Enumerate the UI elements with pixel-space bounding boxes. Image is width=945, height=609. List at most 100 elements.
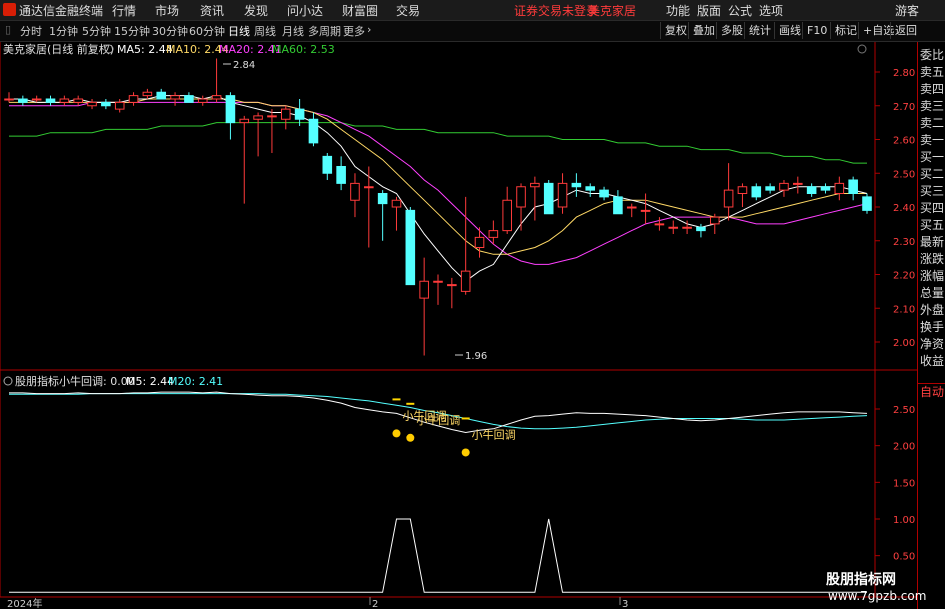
candle [59,95,70,106]
candle [516,183,526,231]
tf-fenshi[interactable]: 分时 [20,23,42,39]
candle-body [170,95,180,100]
menu-zixun[interactable]: 资讯 [200,2,224,19]
sidebar-auto-button[interactable]: 自动 [918,383,945,401]
menu-shichang[interactable]: 市场 [155,2,179,19]
tf-15min[interactable]: 15分钟 [114,23,150,39]
menu-wenxiaoda[interactable]: 问小达 [287,2,323,19]
menu-banmian[interactable]: 版面 [697,2,721,19]
sidebar-item-0[interactable]: 委比 [918,47,945,64]
candle-body [474,236,485,248]
low-annotation: 1.96 [455,351,487,362]
sidebar-item-15[interactable]: 外盘 [918,302,945,319]
tf-60min[interactable]: 60分钟 [189,23,225,39]
money-bag-icon [392,429,401,438]
candle [848,176,858,201]
sidebar-item-1[interactable]: 卖五 [918,64,945,81]
candle-body [530,182,540,188]
candle-body [613,196,623,215]
tf-daily[interactable]: 日线 [228,23,250,39]
btn-fuquan[interactable]: 复权 [660,22,691,39]
ma60-line [9,122,867,164]
btn-fanhui[interactable]: 返回 [890,22,921,39]
candle-body [280,108,291,120]
btn-duogu[interactable]: 多股 [716,22,747,39]
btn-tongji[interactable]: 统计 [744,22,775,39]
candle [654,217,665,231]
candle-body [128,95,139,103]
tf-monthly[interactable]: 月线 [282,23,304,39]
menu-jiaoyi[interactable]: 交易 [396,2,420,19]
layout-icon[interactable]: ▯ [5,23,11,36]
date-label-mar: 3 [622,599,628,609]
price-label: 2.10 [893,304,915,315]
candle [793,176,803,194]
candle-body [502,199,512,232]
candle [820,183,831,194]
btn-huaxian[interactable]: 画线 [774,22,805,39]
candle [460,196,471,295]
tf-1min[interactable]: 1分钟 [49,23,78,39]
menu-faxian[interactable]: 发现 [244,2,268,19]
legend-ma5: MA5: 2.44 [117,43,173,56]
date-label-feb: 2 [372,599,378,609]
sidebar-item-16[interactable]: 换手 [918,319,945,336]
sidebar-item-3[interactable]: 卖三 [918,98,945,115]
sidebar-item-14[interactable]: 总量 [918,285,945,302]
candle [142,88,153,99]
sidebar-item-2[interactable]: 卖四 [918,81,945,98]
sidebar-item-11[interactable]: 最新 [918,234,945,251]
indicator-m20: M20: 2.41 [168,375,223,388]
tf-more[interactable]: 更多 [343,23,365,39]
menu-caifuquan[interactable]: 财富圈 [342,2,378,19]
sidebar-item-5[interactable]: 卖一 [918,132,945,149]
candle [336,156,346,191]
ind-label: 0.50 [893,552,915,563]
menu-gongshi[interactable]: 公式 [728,2,752,19]
user-guest[interactable]: 游客 [895,2,919,19]
sidebar-item-18[interactable]: 收益 [918,353,945,370]
login-notice[interactable]: 证券交易未登录 [514,2,598,19]
candle [433,274,443,305]
candle-body [447,284,457,287]
chevron-right-icon[interactable]: › [367,23,371,36]
sidebar-item-10[interactable]: 买五 [918,217,945,234]
candle-body [225,95,236,124]
candle [557,173,568,214]
chart-area[interactable]: 美克家居(日线 前复权) MA5: 2.44 MA10: 2.44 MA20: … [0,42,917,609]
btn-diejia[interactable]: 叠加 [688,22,719,39]
sidebar-item-9[interactable]: 买四 [918,200,945,217]
sidebar-item-7[interactable]: 买二 [918,166,945,183]
candle [45,95,56,106]
candle-body [585,186,596,191]
menu-gongneng[interactable]: 功能 [666,2,690,19]
tf-weekly[interactable]: 周线 [254,23,276,39]
ind-label: 1.00 [893,515,915,526]
sidebar-item-17[interactable]: 净资 [918,336,945,353]
tf-5min[interactable]: 5分钟 [82,23,111,39]
sidebar-item-6[interactable]: 买一 [918,149,945,166]
candle [156,88,167,100]
indicator-settings-icon[interactable] [3,376,13,386]
tf-30min[interactable]: 30分钟 [152,23,188,39]
tf-multi[interactable]: 多周期 [308,23,341,39]
price-label: 2.40 [893,203,915,214]
main-chart-title: 美克家居(日线 前复权) [3,42,114,56]
sidebar-item-8[interactable]: 买三 [918,183,945,200]
candle [751,183,762,201]
pane-settings-icon[interactable] [857,44,867,54]
sidebar-item-12[interactable]: 涨跌 [918,251,945,268]
sidebar-item-13[interactable]: 涨幅 [918,268,945,285]
btn-f10[interactable]: F10 [802,22,831,39]
candle-body [654,223,665,226]
candle-body [709,216,720,225]
menu-xuanxiang[interactable]: 选项 [759,2,783,19]
menu-hangqing[interactable]: 行情 [112,2,136,19]
watermark: 股朋指标网 www.7gpzb.com [826,569,926,609]
sidebar-item-4[interactable]: 卖二 [918,115,945,132]
candle-body [419,280,429,299]
candle [211,58,222,103]
candle [170,92,180,106]
btn-biaoji[interactable]: 标记 [830,22,861,39]
svg-text:1.96: 1.96 [465,351,487,362]
